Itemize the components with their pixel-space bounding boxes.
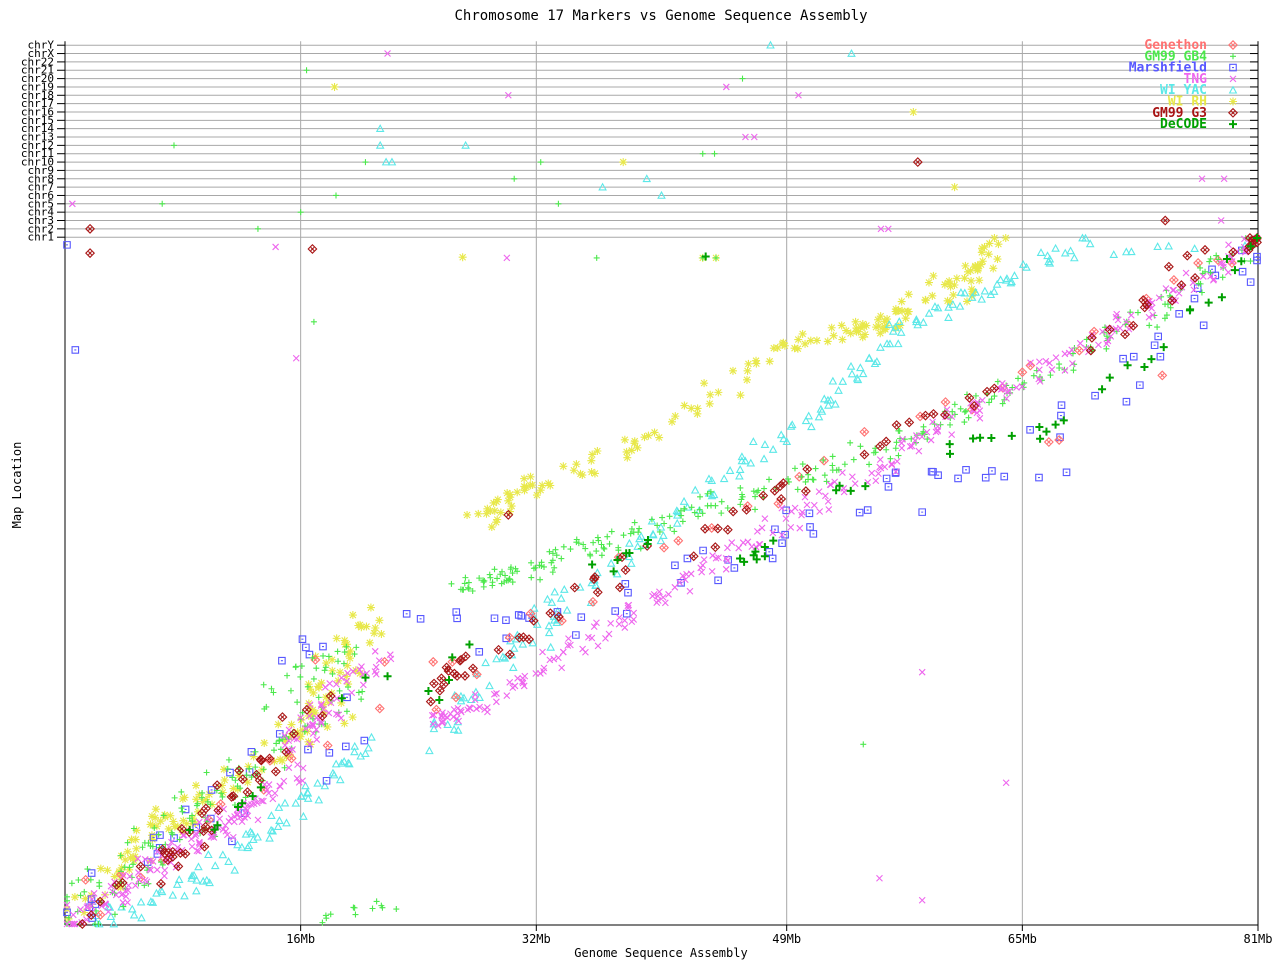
x-tick-81Mb: 81Mb: [1244, 932, 1273, 946]
scatter-plot: chrYchrXchr22chr21chr20chr19chr18chr17ch…: [0, 0, 1280, 960]
legend-marker-asterisk-icon: [1229, 98, 1237, 106]
x-tick-49Mb: 49Mb: [772, 932, 801, 946]
axes-frame: [57, 41, 1258, 931]
series-genethon: [81, 235, 1260, 919]
legend-marker-plus-icon: [1230, 53, 1236, 59]
chromosome-labels: chrYchrXchr22chr21chr20chr19chr18chr17ch…: [21, 39, 54, 244]
x-tick-16Mb: 16Mb: [286, 932, 315, 946]
legend: GenethonGM99 GB4MarshfieldTNGWI YACWI RH…: [1129, 38, 1237, 132]
series-decode: [186, 234, 1261, 834]
legend-item-decode: DeCODE: [1160, 117, 1237, 132]
row-label-chr1: chr1: [28, 231, 55, 244]
chart-page: Chromosome 17 Markers vs Genome Sequence…: [0, 0, 1280, 960]
legend-item-marshfield: Marshfield: [1129, 61, 1237, 76]
legend-marker-plus-bold-icon: [1229, 120, 1237, 128]
x-tick-65Mb: 65Mb: [1008, 932, 1037, 946]
legend-marker-triangle-icon: [1230, 87, 1237, 93]
x-tick-32Mb: 32Mb: [522, 932, 551, 946]
series-tng: [64, 51, 1260, 927]
y-axis-label: Map Location: [10, 440, 24, 530]
x-tick-labels: 16Mb 32Mb 49Mb 65Mb 81Mb: [286, 932, 1272, 946]
series-gm99-g3: [78, 158, 1261, 928]
x-axis-label: Genome Sequence Assembly: [0, 946, 1280, 960]
legend-marker-diamond-icon: [1229, 109, 1237, 117]
chart-title: Chromosome 17 Markers vs Genome Sequence…: [0, 8, 1280, 24]
series-gm99-gb4: [64, 67, 1260, 927]
legend-label: DeCODE: [1160, 117, 1207, 132]
